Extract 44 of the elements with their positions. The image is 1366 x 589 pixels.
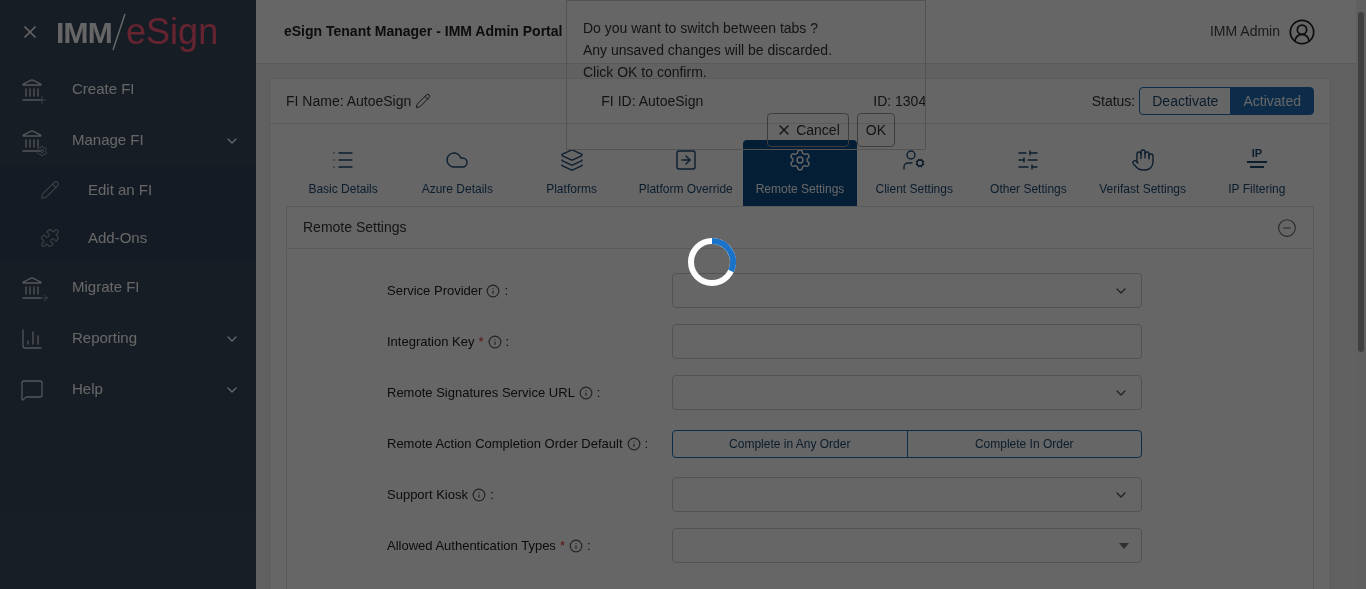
- tab[interactable]: Remote Settings: [742, 140, 858, 206]
- fi-name: FI Name: AutoeSign: [286, 91, 412, 111]
- dialog-message: Do you want to switch between tabs ?: [583, 19, 820, 38]
- tab[interactable]: Azure Details: [400, 140, 515, 206]
- tab[interactable]: Platforms: [514, 140, 629, 206]
- tab[interactable]: Basic Details: [286, 140, 401, 206]
- record-id: ID: 1304: [873, 91, 927, 111]
- field-label: Integration Key: [387, 332, 475, 351]
- dialog-message: Any unsaved changes will be discarded.: [583, 41, 834, 60]
- label-colon: :: [505, 332, 510, 351]
- ok-button[interactable]: OK: [856, 113, 895, 147]
- sidebar-item[interactable]: Manage FI: [0, 115, 256, 166]
- user-name: IMM Admin: [1210, 22, 1280, 41]
- logo-text: IMM: [56, 14, 113, 51]
- page-title: eSign Tenant Manager - IMM Admin Portal: [284, 22, 563, 41]
- required-mark: *: [559, 536, 565, 555]
- toggle-option[interactable]: Complete in Any Order: [672, 429, 908, 458]
- field-label: Remote Action Completion Order Default: [387, 434, 623, 453]
- field-label: Support Kiosk: [387, 485, 468, 504]
- section-title: Remote Settings: [303, 218, 407, 237]
- label-colon: :: [504, 281, 508, 300]
- logo-text: eSign: [126, 14, 219, 50]
- field-label: Service Provider: [387, 281, 483, 300]
- tab[interactable]: Other Settings: [971, 140, 1086, 206]
- field-label: Allowed Authentication Types: [387, 536, 556, 555]
- field-label: Remote Signatures Service URL: [387, 383, 575, 402]
- toggle-option[interactable]: Complete In Order: [906, 429, 1142, 458]
- sidebar-item[interactable]: Create FI: [0, 64, 256, 115]
- status-label: Status:: [1091, 91, 1136, 111]
- fi-id: FI ID: AutoeSign: [601, 91, 704, 111]
- sidebar-item[interactable]: Reporting: [0, 313, 256, 364]
- cancel-button[interactable]: Cancel: [767, 113, 849, 147]
- required-mark: *: [478, 332, 484, 351]
- label-colon: :: [644, 434, 649, 453]
- label-colon: :: [489, 485, 494, 504]
- tab[interactable]: IP IP Filtering: [1199, 140, 1314, 206]
- status-option[interactable]: Activated: [1230, 87, 1314, 115]
- label-colon: :: [586, 536, 591, 555]
- tab[interactable]: Verifast Settings: [1085, 140, 1200, 206]
- status-option[interactable]: Deactivate: [1139, 87, 1232, 115]
- tab[interactable]: Platform Override: [628, 140, 743, 206]
- dialog-message: Click OK to confirm.: [583, 63, 708, 82]
- label-colon: :: [596, 383, 601, 402]
- sidebar-item[interactable]: Help: [0, 364, 256, 415]
